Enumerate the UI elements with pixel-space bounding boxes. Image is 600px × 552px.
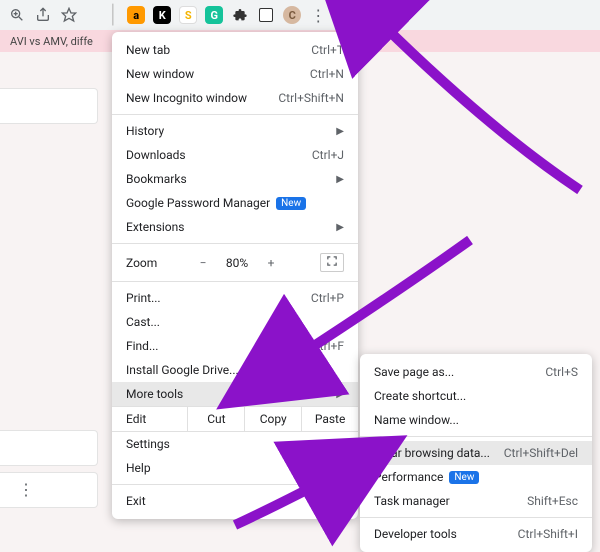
toolbar-divider: │ [108, 6, 119, 24]
zoom-label: Zoom [126, 256, 186, 270]
menu-separator [360, 436, 592, 437]
browser-toolbar: │ a K S G C ⋮ [0, 0, 600, 30]
page-content-block [0, 88, 98, 124]
submenu-clear-browsing-data[interactable]: Clear browsing data... Ctrl+Shift+Del [360, 441, 592, 465]
menu-exit[interactable]: Exit [112, 489, 358, 513]
extension-s-icon[interactable]: S [179, 6, 197, 24]
menu-cast[interactable]: Cast... [112, 310, 358, 334]
fullscreen-button[interactable] [320, 253, 344, 272]
zoom-in-button[interactable]: + [260, 256, 282, 270]
tab-title: AVI vs AMV, diffe [10, 35, 93, 48]
page-content-block [0, 430, 98, 466]
extension-amazon-icon[interactable]: a [127, 6, 145, 24]
submenu-save-page[interactable]: Save page as... Ctrl+S [360, 360, 592, 384]
menu-find[interactable]: Find... Ctrl+F [112, 334, 358, 358]
menu-separator [112, 243, 358, 244]
zoom-lens-icon[interactable] [8, 6, 26, 24]
menu-settings[interactable]: Settings [112, 432, 358, 456]
menu-downloads[interactable]: Downloads Ctrl+J [112, 143, 358, 167]
share-icon[interactable] [34, 6, 52, 24]
edit-cut[interactable]: Cut [188, 407, 245, 431]
bookmark-star-icon[interactable] [60, 6, 78, 24]
menu-zoom-row: Zoom − 80% + [112, 248, 358, 277]
submenu-name-window[interactable]: Name window... [360, 408, 592, 432]
menu-separator [112, 281, 358, 282]
menu-new-incognito[interactable]: New Incognito window Ctrl+Shift+N [112, 86, 358, 110]
extension-k-icon[interactable]: K [153, 6, 171, 24]
extension-grammarly-icon[interactable]: G [205, 6, 223, 24]
chevron-right-icon: ▶ [336, 463, 344, 474]
chevron-right-icon: ▶ [336, 389, 344, 400]
new-badge: New [449, 471, 479, 484]
edit-paste[interactable]: Paste [302, 407, 358, 431]
menu-separator [112, 484, 358, 485]
submenu-create-shortcut[interactable]: Create shortcut... [360, 384, 592, 408]
zoom-out-button[interactable]: − [192, 256, 214, 270]
menu-help[interactable]: Help ▶ [112, 456, 358, 480]
submenu-task-manager[interactable]: Task manager Shift+Esc [360, 489, 592, 513]
new-badge: New [276, 197, 306, 210]
kebab-menu-icon[interactable]: ⋮ [309, 6, 327, 24]
more-tools-submenu: Save page as... Ctrl+S Create shortcut..… [360, 354, 592, 552]
menu-separator [360, 517, 592, 518]
menu-more-tools[interactable]: More tools ▶ [112, 382, 358, 406]
edit-label: Edit [112, 407, 188, 431]
chevron-right-icon: ▶ [336, 126, 344, 137]
submenu-developer-tools[interactable]: Developer tools Ctrl+Shift+I [360, 522, 592, 546]
page-content-block [0, 472, 98, 508]
menu-new-window[interactable]: New window Ctrl+N [112, 62, 358, 86]
menu-extensions[interactable]: Extensions ▶ [112, 215, 358, 239]
menu-password-manager[interactable]: Google Password Manager New [112, 191, 358, 215]
menu-edit-row: Edit Cut Copy Paste [112, 406, 358, 432]
profile-avatar[interactable]: C [283, 6, 301, 24]
zoom-value: 80% [220, 256, 254, 270]
chevron-right-icon: ▶ [336, 174, 344, 185]
menu-install-drive[interactable]: Install Google Drive... [112, 358, 358, 382]
chevron-right-icon: ▶ [336, 222, 344, 233]
side-panel-icon[interactable] [257, 6, 275, 24]
menu-separator [112, 114, 358, 115]
chrome-main-menu: New tab Ctrl+T New window Ctrl+N New Inc… [112, 32, 358, 519]
edit-copy[interactable]: Copy [245, 407, 302, 431]
overflow-icon[interactable]: ⋮ [18, 480, 34, 499]
menu-history[interactable]: History ▶ [112, 119, 358, 143]
menu-new-tab[interactable]: New tab Ctrl+T [112, 38, 358, 62]
extensions-puzzle-icon[interactable] [231, 6, 249, 24]
submenu-performance[interactable]: Performance New [360, 465, 592, 489]
menu-bookmarks[interactable]: Bookmarks ▶ [112, 167, 358, 191]
menu-print[interactable]: Print... Ctrl+P [112, 286, 358, 310]
